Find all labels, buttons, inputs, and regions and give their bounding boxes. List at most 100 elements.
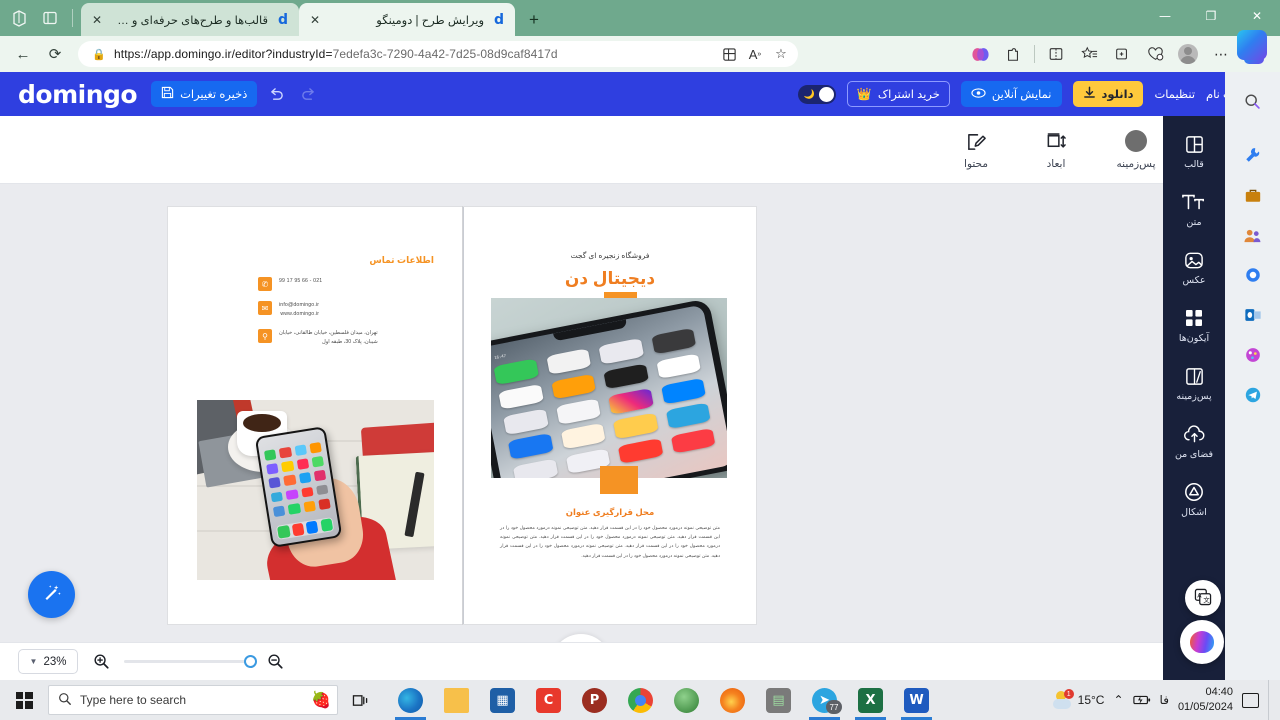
close-button[interactable]: ✕	[1234, 0, 1280, 32]
download-button[interactable]: دانلود	[1072, 81, 1144, 107]
dark-mode-toggle[interactable]: 🌙	[797, 84, 836, 104]
brochure-title: دیجیتال دن	[564, 269, 656, 288]
zoom-out-button[interactable]	[265, 652, 285, 672]
address-bar[interactable]: 🔒 https://app.domingo.ir/editor?industry…	[78, 41, 798, 67]
design-page-right[interactable]: فروشگاه زنجیره ای گجت دیجیتال دن 16:47 م…	[463, 207, 756, 624]
buy-subscription-button[interactable]: خرید اشتراک 👑	[846, 81, 950, 107]
undo-button[interactable]	[263, 81, 289, 107]
translate-floating-button[interactable]: A文	[1185, 580, 1221, 616]
sidebar-item-icons[interactable]: آیکون‌ها	[1163, 306, 1225, 344]
design-page-left[interactable]: اطلاعات تماس ✆ 021 - 66 95 17 99 ✉ info@…	[168, 207, 462, 624]
svg-text:A: A	[1197, 592, 1202, 599]
sidebar-item-image[interactable]: عکس	[1163, 248, 1225, 286]
favorites-icon[interactable]	[1073, 40, 1105, 68]
titlebar-divider	[72, 9, 73, 27]
outlook-icon[interactable]	[1236, 298, 1270, 332]
clock[interactable]: 04:40 01/05/2024	[1178, 685, 1233, 715]
taskbar-app-word[interactable]: W	[894, 680, 939, 720]
tab-1-close-icon[interactable]: ✕	[89, 12, 105, 28]
domingo-logo[interactable]: domingo	[18, 80, 138, 109]
tool-background[interactable]: پس‌زمینه	[1109, 129, 1163, 170]
online-preview-button[interactable]: نمایش آنلاین	[960, 81, 1062, 107]
tab-2-close-icon[interactable]: ✕	[307, 12, 323, 28]
taskbar-app-idm[interactable]	[664, 680, 709, 720]
taskbar-app-chrome[interactable]	[618, 680, 663, 720]
zoom-in-button[interactable]	[91, 652, 111, 672]
show-desktop-button[interactable]	[1268, 680, 1274, 720]
copilot-brain-icon[interactable]	[964, 40, 996, 68]
taskbar-app-camtasia[interactable]: C	[526, 680, 571, 720]
chevron-up-icon[interactable]: ⌃	[1113, 693, 1123, 707]
sidebar-item-template[interactable]: قالب	[1163, 132, 1225, 170]
avatar[interactable]	[1172, 40, 1204, 68]
taskbar-app-notes[interactable]: ▤	[756, 680, 801, 720]
hand-holding-phone-on-desk-photo[interactable]	[197, 400, 434, 580]
taskbar-app-firefox[interactable]	[710, 680, 755, 720]
save-changes-button[interactable]: ذخیره تغییرات	[151, 81, 258, 107]
copilot-floating-button[interactable]	[1180, 620, 1224, 664]
zoom-slider[interactable]	[124, 655, 257, 668]
browser-tab-1[interactable]: d قالب‌ها و طرح‌های حرفه‌ای و رایگان ✕	[81, 3, 299, 36]
tab-1-title: قالب‌ها و طرح‌های حرفه‌ای و رایگان	[112, 14, 268, 27]
zoom-slider-thumb[interactable]	[244, 655, 257, 668]
people-icon[interactable]	[1236, 218, 1270, 252]
sidebar-label-template: قالب	[1184, 159, 1204, 170]
sidebar-item-background[interactable]: پس‌زمینه	[1163, 364, 1225, 402]
sidebar-item-text[interactable]: متن	[1163, 190, 1225, 228]
more-options-button[interactable]: ⋯	[1205, 40, 1237, 68]
collections-icon[interactable]	[716, 42, 742, 66]
image-icon	[1183, 248, 1205, 272]
browser-tab-2[interactable]: d ویرایش طرح | دومینگو ✕	[299, 3, 515, 36]
magic-wand-icon	[41, 581, 63, 609]
resize-icon	[1045, 129, 1067, 153]
new-tab-button[interactable]: +	[521, 7, 547, 33]
windows-logo-icon	[15, 691, 33, 709]
browser-workspaces-icon[interactable]	[10, 8, 30, 28]
taskbar-search[interactable]: Type here to search 🍓	[48, 685, 338, 715]
briefcase-icon[interactable]	[1236, 178, 1270, 212]
reload-button[interactable]: ⟳	[40, 40, 70, 68]
language-indicator[interactable]: فا	[1160, 693, 1169, 707]
sidebar-label-my-space: فضای من	[1174, 449, 1214, 460]
task-view-button[interactable]	[338, 680, 382, 720]
extensions-icon[interactable]	[997, 40, 1029, 68]
tools-icon[interactable]	[1236, 138, 1270, 172]
search-icon[interactable]	[1236, 84, 1270, 118]
settings-link[interactable]: تنظیمات	[1154, 87, 1195, 101]
split-screen-icon[interactable]	[1040, 40, 1072, 68]
taskbar-app-telegram[interactable]: ➤ 77	[802, 680, 847, 720]
taskbar-app-excel[interactable]: X	[848, 680, 893, 720]
paint-icon[interactable]	[1236, 338, 1270, 372]
taskbar-app-microsoft-store[interactable]: ▦	[480, 680, 525, 720]
tool-dimensions[interactable]: ابعاد	[1029, 129, 1083, 170]
collections-add-icon[interactable]	[1106, 40, 1138, 68]
redo-button[interactable]	[295, 81, 321, 107]
sidebar-item-my-space[interactable]: فضای من	[1163, 422, 1225, 460]
sidebar-label-shapes: اشکال	[1181, 507, 1207, 518]
star-icon[interactable]: ☆	[768, 42, 794, 66]
read-aloud-icon[interactable]: A»	[742, 42, 768, 66]
browser-essentials-icon[interactable]	[1139, 40, 1171, 68]
taskbar-app-edge[interactable]	[388, 680, 433, 720]
maximize-button[interactable]: ❐	[1188, 0, 1234, 32]
phone-closeup-app-icons-photo[interactable]: 16:47	[491, 298, 727, 478]
design-canvas[interactable]: اطلاعات تماس ✆ 021 - 66 95 17 99 ✉ info@…	[0, 184, 1163, 642]
office-icon[interactable]	[1236, 258, 1270, 292]
tool-content[interactable]: محتوا	[949, 129, 1003, 170]
telegram-icon[interactable]	[1236, 378, 1270, 412]
notification-icon[interactable]	[1242, 692, 1259, 708]
taskbar-app-file-explorer[interactable]	[434, 680, 479, 720]
zoom-level-select[interactable]: ▼ 23%	[18, 649, 78, 674]
zoom-bar: ▼ 23%	[0, 642, 1163, 680]
taskbar-app-potplayer[interactable]: P	[572, 680, 617, 720]
magic-wand-fab[interactable]	[28, 571, 75, 618]
weather-widget[interactable]: 1 15°C	[1052, 689, 1104, 709]
start-button[interactable]	[0, 680, 48, 720]
minimize-button[interactable]: —	[1142, 0, 1188, 32]
tab-actions-icon[interactable]	[40, 8, 60, 28]
back-button[interactable]: ←	[8, 40, 38, 68]
battery-charging-icon[interactable]	[1132, 694, 1151, 706]
desktop-copilot-icon[interactable]	[1237, 30, 1267, 60]
floppy-disk-icon	[161, 86, 174, 102]
sidebar-item-shapes[interactable]: اشکال	[1163, 480, 1225, 518]
